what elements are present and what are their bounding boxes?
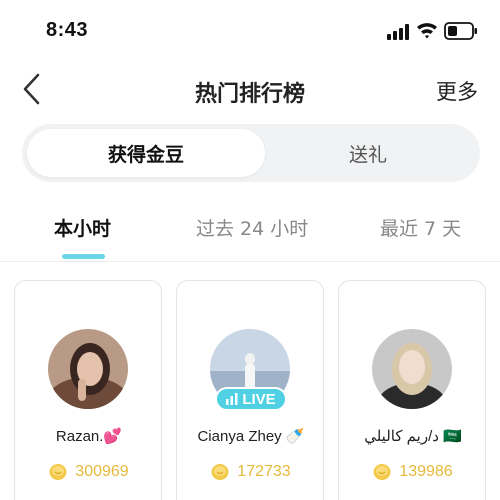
coin-value: 300969 (75, 463, 129, 480)
coin-count: 172733 (177, 463, 325, 481)
tab-last-7-days[interactable]: 最近 7 天 (380, 214, 461, 241)
user-name: Razan.💕 (55, 428, 123, 445)
gold-bean-icon (211, 464, 229, 480)
page-title: 热门排行榜 (194, 82, 305, 107)
live-bars-icon (226, 393, 238, 405)
segment-gifts[interactable]: 送礼 (262, 129, 474, 177)
coin-count: 300969 (15, 463, 163, 481)
avatar (372, 329, 452, 409)
tab-this-hour[interactable]: 本小时 (54, 214, 111, 241)
ranking-card[interactable]: د/ريم كاليلي 🇸🇦 139986 (338, 280, 486, 500)
time-range-tabs: 本小时 过去 24 小时 最近 7 天 (0, 200, 500, 262)
user-name: Cianya Zhey 🍼 (197, 428, 305, 445)
more-button[interactable]: 更多 (436, 76, 478, 106)
live-label: LIVE (242, 390, 276, 408)
wifi-icon (417, 23, 437, 39)
gold-bean-icon (49, 464, 67, 480)
coin-count: 139986 (339, 463, 487, 481)
live-badge: LIVE (215, 387, 287, 411)
ranking-type-segment: 获得金豆 送礼 (22, 124, 480, 182)
coin-value: 139986 (399, 463, 453, 480)
status-bar: 8:43 (0, 0, 500, 60)
ranking-card[interactable]: Razan.💕 300969 (14, 280, 162, 500)
gold-bean-icon (373, 464, 391, 480)
status-time: 8:43 (46, 19, 89, 41)
segment-earned-beans[interactable]: 获得金豆 (27, 129, 265, 177)
nav-bar: 热门排行榜 更多 (0, 60, 500, 120)
coin-value: 172733 (237, 463, 291, 480)
active-tab-indicator (62, 254, 105, 259)
ranking-card[interactable]: LIVE Cianya Zhey 🍼 172733 (176, 280, 324, 500)
tab-past-24-hours[interactable]: 过去 24 小时 (196, 214, 308, 241)
user-name: د/ريم كاليلي 🇸🇦 (364, 428, 462, 445)
avatar (48, 329, 128, 409)
battery-icon (444, 22, 477, 40)
cellular-signal-icon (387, 24, 409, 40)
ranking-cards: Razan.💕 300969 LIVE Cianya Zhey 🍼 172733… (0, 280, 500, 500)
